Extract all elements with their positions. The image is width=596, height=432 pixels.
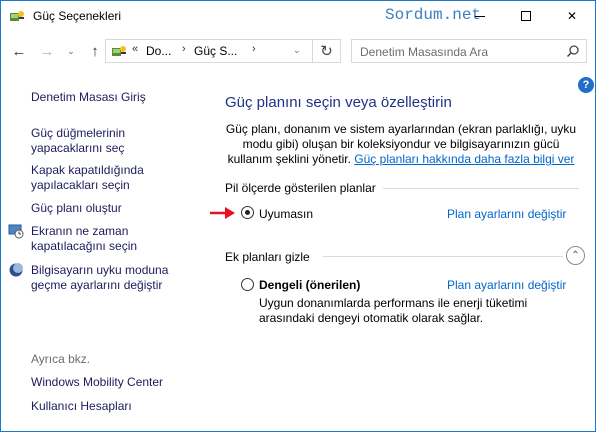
close-icon: ✕ bbox=[566, 9, 578, 23]
sidebar-item-label: Güç düğmelerinin bbox=[31, 126, 126, 140]
close-button[interactable]: ✕ bbox=[549, 1, 595, 31]
search-input[interactable]: Denetim Masasında Ara bbox=[351, 39, 587, 63]
description-line: Güç planı, donanım ve sistem ayarlarında… bbox=[225, 122, 577, 136]
moon-icon bbox=[9, 263, 23, 277]
chevron-down-icon: ⌄ bbox=[67, 45, 75, 56]
refresh-button[interactable]: ↻ bbox=[312, 40, 340, 62]
plan-uyumasin-radio[interactable] bbox=[241, 206, 254, 219]
minimize-button[interactable] bbox=[457, 1, 503, 31]
sidebar-item-create-plan[interactable]: Güç planı oluştur bbox=[31, 201, 122, 216]
see-also-heading: Ayrıca bkz. bbox=[31, 352, 91, 366]
power-options-icon bbox=[112, 46, 126, 56]
battery-plans-heading: Pil ölçerde gösterilen planlar bbox=[225, 181, 376, 195]
plan-uyumasin-label[interactable]: Uyumasın bbox=[259, 207, 313, 221]
sidebar-item-label: yapacaklarını seç bbox=[31, 141, 125, 155]
address-overflow-icon[interactable]: « bbox=[132, 43, 138, 55]
page-description: Güç planı, donanım ve sistem ayarlarında… bbox=[225, 122, 577, 167]
sidebar-item-control-panel-home[interactable]: Denetim Masası Giriş bbox=[31, 90, 146, 105]
plan-dengeli-label[interactable]: Dengeli (önerilen) bbox=[259, 278, 360, 292]
main-content: Güç planını seçin veya özelleştirin Güç … bbox=[210, 73, 595, 431]
sidebar: Denetim Masası Giriş Güç düğmelerinin ya… bbox=[1, 73, 211, 431]
plan-dengeli-settings-link[interactable]: Plan ayarlarını değiştir bbox=[447, 278, 566, 292]
sidebar-link-mobility-center[interactable]: Windows Mobility Center bbox=[31, 375, 163, 390]
extra-plans-heading[interactable]: Ek planları gizle bbox=[225, 250, 310, 264]
address-bar[interactable]: « Do... › Güç S... › ⌄ ↻ bbox=[105, 39, 341, 63]
description-line: Uygun donanımlarda performans ile enerji… bbox=[259, 296, 528, 310]
sidebar-item-label: Ekranın ne zaman bbox=[31, 224, 129, 238]
learn-more-link[interactable]: Güç planları hakkında daha fazla bilgi v… bbox=[354, 152, 574, 166]
maximize-button[interactable] bbox=[503, 1, 549, 31]
breadcrumb-separator-icon[interactable]: › bbox=[182, 43, 186, 55]
sidebar-item-label: Kapak kapatıldığında bbox=[31, 163, 144, 177]
refresh-icon: ↻ bbox=[320, 43, 333, 60]
page-title: Güç planını seçin veya özelleştirin bbox=[225, 94, 452, 111]
sidebar-item-label: geçme ayarlarını değiştir bbox=[31, 278, 163, 292]
plan-dengeli-radio[interactable] bbox=[241, 278, 254, 291]
maximize-icon bbox=[521, 11, 531, 21]
breadcrumb-power-options[interactable]: Güç S... bbox=[194, 44, 237, 58]
clock-monitor-icon bbox=[8, 224, 24, 239]
breadcrumb-separator-icon[interactable]: › bbox=[252, 43, 256, 55]
plan-dengeli-description: Uygun donanımlarda performans ile enerji… bbox=[259, 296, 559, 326]
address-dropdown-icon[interactable]: ⌄ bbox=[293, 45, 301, 56]
description-line: kullanım şeklini yönetir. bbox=[227, 152, 351, 166]
collapse-extra-plans-button[interactable]: ⌃ bbox=[566, 246, 585, 265]
sidebar-item-label: Bilgisayarın uyku moduna bbox=[31, 263, 169, 277]
back-arrow-icon: ← bbox=[11, 42, 27, 60]
sidebar-item-lid-close[interactable]: Kapak kapatıldığında yapılacakları seçin bbox=[31, 163, 144, 193]
arrow-head bbox=[225, 207, 235, 219]
power-options-window: Güç Seçenekleri Sordum.net ✕ ← → ⌄ ↑ « D… bbox=[0, 0, 596, 432]
navigation-bar: ← → ⌄ ↑ « Do... › Güç S... › ⌄ ↻ Denetim… bbox=[1, 31, 595, 73]
sidebar-item-sleep-settings[interactable]: Bilgisayarın uyku moduna geçme ayarların… bbox=[31, 263, 168, 293]
sidebar-link-user-accounts[interactable]: Kullanıcı Hesapları bbox=[31, 399, 132, 414]
recent-locations-button[interactable]: ⌄ bbox=[61, 41, 81, 61]
title-bar[interactable]: Güç Seçenekleri Sordum.net ✕ bbox=[1, 1, 595, 31]
search-icon bbox=[566, 45, 579, 58]
up-arrow-icon: ↑ bbox=[91, 42, 99, 60]
section-divider bbox=[383, 188, 579, 189]
power-options-icon bbox=[10, 11, 24, 21]
sidebar-item-label: yapılacakları seçin bbox=[31, 178, 130, 192]
description-line: arasındaki dengeyi otomatik olarak sağla… bbox=[259, 311, 484, 325]
forward-button[interactable]: → bbox=[37, 41, 57, 61]
plan-uyumasin-settings-link[interactable]: Plan ayarlarını değiştir bbox=[447, 207, 566, 221]
window-title: Güç Seçenekleri bbox=[33, 9, 122, 23]
sidebar-item-power-buttons[interactable]: Güç düğmelerinin yapacaklarını seç bbox=[31, 126, 125, 156]
up-button[interactable]: ↑ bbox=[85, 41, 105, 61]
forward-arrow-icon: → bbox=[39, 42, 55, 60]
description-line: modu gibi) oluşan bir koleksiyondur ve b… bbox=[242, 137, 560, 151]
minimize-icon bbox=[475, 15, 485, 17]
back-button[interactable]: ← bbox=[9, 41, 29, 61]
section-divider bbox=[323, 256, 563, 257]
breadcrumb-control-panel[interactable]: Do... bbox=[146, 44, 171, 58]
red-arrow-annotation bbox=[210, 207, 235, 219]
sidebar-item-label: Güç planı oluştur bbox=[31, 201, 122, 215]
chevron-up-icon: ⌃ bbox=[571, 250, 580, 261]
search-placeholder: Denetim Masasında Ara bbox=[360, 45, 489, 59]
sidebar-item-label: kapatılacağını seçin bbox=[31, 239, 138, 253]
sidebar-item-display-off[interactable]: Ekranın ne zaman kapatılacağını seçin bbox=[31, 224, 137, 254]
